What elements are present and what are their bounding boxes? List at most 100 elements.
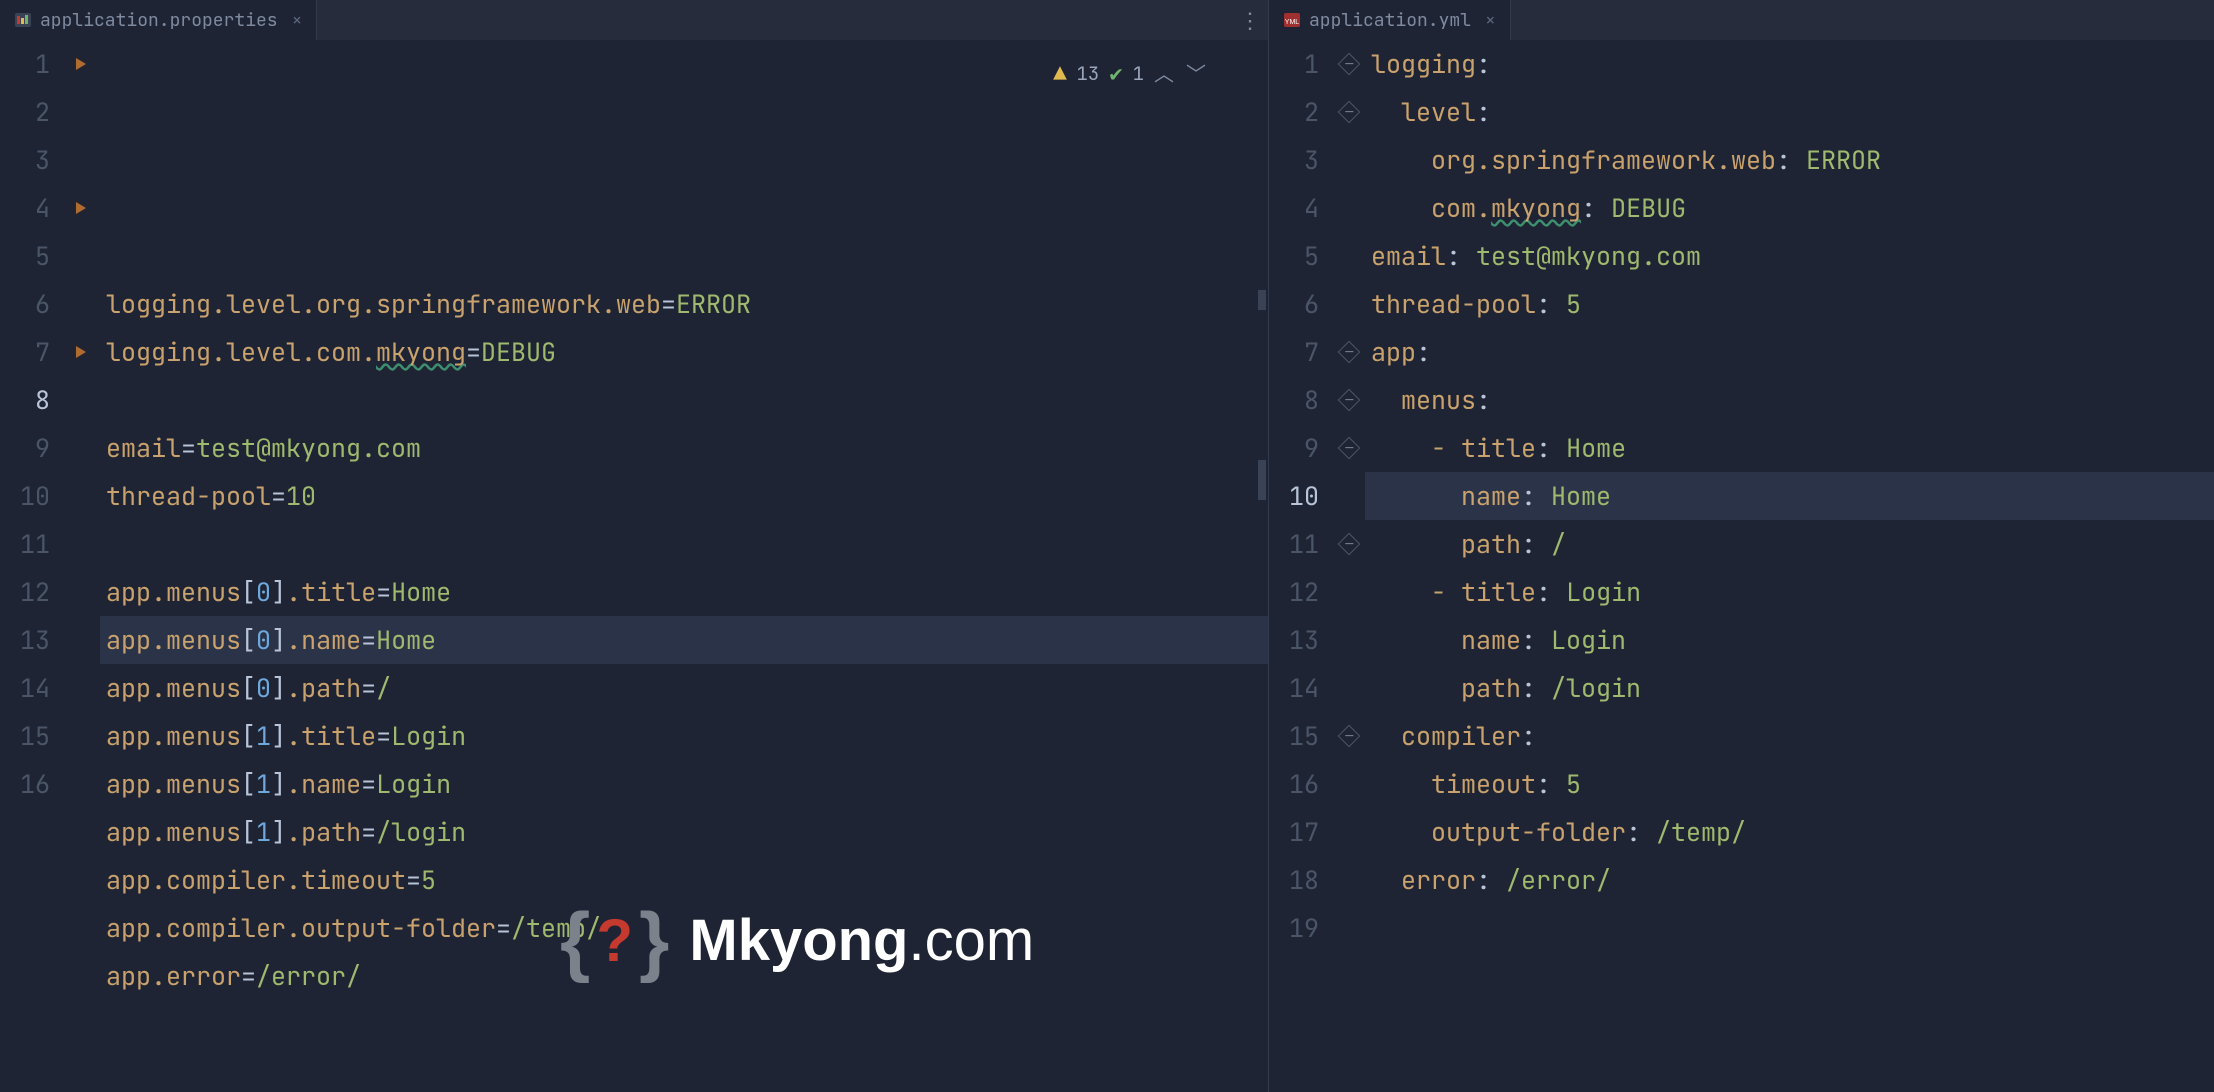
tab-label: application.properties xyxy=(40,9,278,32)
fold-toggle-icon[interactable] xyxy=(1338,533,1361,556)
line-number[interactable]: 16 xyxy=(0,760,50,808)
line-number[interactable]: 5 xyxy=(0,232,50,280)
line-number[interactable]: 13 xyxy=(1269,616,1319,664)
line-number[interactable]: 10 xyxy=(0,472,50,520)
line-number[interactable]: 6 xyxy=(0,280,50,328)
code-line[interactable]: app: xyxy=(1365,328,2214,376)
line-number[interactable]: 12 xyxy=(0,568,50,616)
code-line[interactable]: email: test@mkyong.com xyxy=(1365,232,2214,280)
line-number[interactable]: 11 xyxy=(0,520,50,568)
inspection-next-icon[interactable]: ﹀ xyxy=(1186,50,1208,98)
code-line[interactable]: timeout: 5 xyxy=(1365,760,2214,808)
code-line[interactable]: app.menus[0].name=Home xyxy=(100,616,1268,664)
line-number[interactable]: 11 xyxy=(1269,520,1319,568)
line-number[interactable]: 5 xyxy=(1269,232,1319,280)
left-fold-column[interactable] xyxy=(66,40,100,1092)
code-line[interactable]: logging.level.org.springframework.web=ER… xyxy=(100,280,1268,328)
line-number[interactable]: 10 xyxy=(1269,472,1319,520)
section-marker-icon[interactable] xyxy=(76,346,86,358)
code-line[interactable]: thread-pool: 5 xyxy=(1365,280,2214,328)
fold-toggle-icon[interactable] xyxy=(1338,101,1361,124)
tab-application-yml[interactable]: YML application.yml × xyxy=(1269,0,1511,40)
line-number[interactable]: 8 xyxy=(0,376,50,424)
line-number[interactable]: 9 xyxy=(1269,424,1319,472)
fold-toggle-icon[interactable] xyxy=(1338,389,1361,412)
section-marker-icon[interactable] xyxy=(76,202,86,214)
code-line[interactable]: - title: Login xyxy=(1365,568,2214,616)
line-number[interactable]: 13 xyxy=(0,616,50,664)
line-number[interactable]: 4 xyxy=(0,184,50,232)
code-line[interactable]: email=test@mkyong.com xyxy=(100,424,1268,472)
right-fold-column[interactable] xyxy=(1335,40,1365,1092)
scroll-marker xyxy=(1258,460,1266,500)
line-number[interactable]: 14 xyxy=(1269,664,1319,712)
code-line[interactable]: error: /error/ xyxy=(1365,856,2214,904)
code-line[interactable]: com.mkyong: DEBUG xyxy=(1365,184,2214,232)
warning-icon: ▲ xyxy=(1053,50,1066,98)
line-number[interactable]: 15 xyxy=(0,712,50,760)
line-number[interactable]: 7 xyxy=(1269,328,1319,376)
line-number[interactable]: 1 xyxy=(1269,40,1319,88)
code-line[interactable]: output-folder: /temp/ xyxy=(1365,808,2214,856)
line-number[interactable]: 1 xyxy=(0,40,50,88)
inspections-widget[interactable]: ▲13 ✔1 ︿ ﹀ xyxy=(1053,50,1208,98)
fold-toggle-icon[interactable] xyxy=(1338,437,1361,460)
line-number[interactable]: 19 xyxy=(1269,904,1319,952)
code-line[interactable]: app.menus[1].path=/login xyxy=(100,808,1268,856)
line-number[interactable]: 3 xyxy=(0,136,50,184)
right-editor[interactable]: 12345678910111213141516171819 logging: l… xyxy=(1269,40,2214,1092)
code-line[interactable]: app.menus[1].name=Login xyxy=(100,760,1268,808)
code-line[interactable]: app.menus[0].title=Home xyxy=(100,568,1268,616)
right-line-gutter[interactable]: 12345678910111213141516171819 xyxy=(1269,40,1335,1092)
section-marker-icon[interactable] xyxy=(76,58,86,70)
fold-toggle-icon[interactable] xyxy=(1338,341,1361,364)
code-line[interactable]: menus: xyxy=(1365,376,2214,424)
line-number[interactable]: 17 xyxy=(1269,808,1319,856)
code-line[interactable]: name: Login xyxy=(1365,616,2214,664)
right-code-area[interactable]: logging: level: org.springframework.web:… xyxy=(1365,40,2214,1092)
code-line[interactable] xyxy=(100,376,1268,424)
line-number[interactable]: 16 xyxy=(1269,760,1319,808)
code-line[interactable] xyxy=(100,1000,1268,1048)
line-number[interactable]: 2 xyxy=(1269,88,1319,136)
line-number[interactable]: 8 xyxy=(1269,376,1319,424)
code-line[interactable]: - title: Home xyxy=(1365,424,2214,472)
line-number[interactable]: 7 xyxy=(0,328,50,376)
line-number[interactable]: 15 xyxy=(1269,712,1319,760)
code-line[interactable]: app.menus[0].path=/ xyxy=(100,664,1268,712)
code-line[interactable]: compiler: xyxy=(1365,712,2214,760)
code-line[interactable]: level: xyxy=(1365,88,2214,136)
fold-toggle-icon[interactable] xyxy=(1338,53,1361,76)
right-tabbar: YML application.yml × xyxy=(1269,0,2214,40)
code-line[interactable]: path: /login xyxy=(1365,664,2214,712)
line-number[interactable]: 3 xyxy=(1269,136,1319,184)
close-icon[interactable]: × xyxy=(292,9,303,32)
fold-toggle-icon[interactable] xyxy=(1338,725,1361,748)
code-line[interactable]: logging: xyxy=(1365,40,2214,88)
properties-file-icon xyxy=(14,11,32,29)
code-line[interactable]: app.menus[1].title=Login xyxy=(100,712,1268,760)
inspection-prev-icon[interactable]: ︿ xyxy=(1154,50,1176,98)
line-number[interactable]: 6 xyxy=(1269,280,1319,328)
brace-open-icon: { xyxy=(560,895,590,986)
code-line[interactable]: path: / xyxy=(1365,520,2214,568)
code-line[interactable] xyxy=(100,520,1268,568)
close-icon[interactable]: × xyxy=(1485,9,1496,32)
watermark-logo: { ? } Mkyong.com xyxy=(560,895,1034,986)
line-number[interactable]: 12 xyxy=(1269,568,1319,616)
code-line[interactable]: logging.level.com.mkyong=DEBUG xyxy=(100,328,1268,376)
left-line-gutter[interactable]: 12345678910111213141516 xyxy=(0,40,66,1092)
line-number[interactable]: 18 xyxy=(1269,856,1319,904)
tab-application-properties[interactable]: application.properties × xyxy=(0,0,317,40)
code-line[interactable]: org.springframework.web: ERROR xyxy=(1365,136,2214,184)
line-number[interactable]: 4 xyxy=(1269,184,1319,232)
code-line[interactable] xyxy=(1365,904,2214,952)
tab-label: application.yml xyxy=(1309,9,1471,32)
tab-overflow-icon[interactable]: ⋮ xyxy=(1232,0,1268,40)
line-number[interactable]: 2 xyxy=(0,88,50,136)
line-number[interactable]: 14 xyxy=(0,664,50,712)
left-tabbar: application.properties × ⋮ xyxy=(0,0,1268,40)
code-line[interactable]: thread-pool=10 xyxy=(100,472,1268,520)
line-number[interactable]: 9 xyxy=(0,424,50,472)
code-line[interactable]: name: Home xyxy=(1365,472,2214,520)
